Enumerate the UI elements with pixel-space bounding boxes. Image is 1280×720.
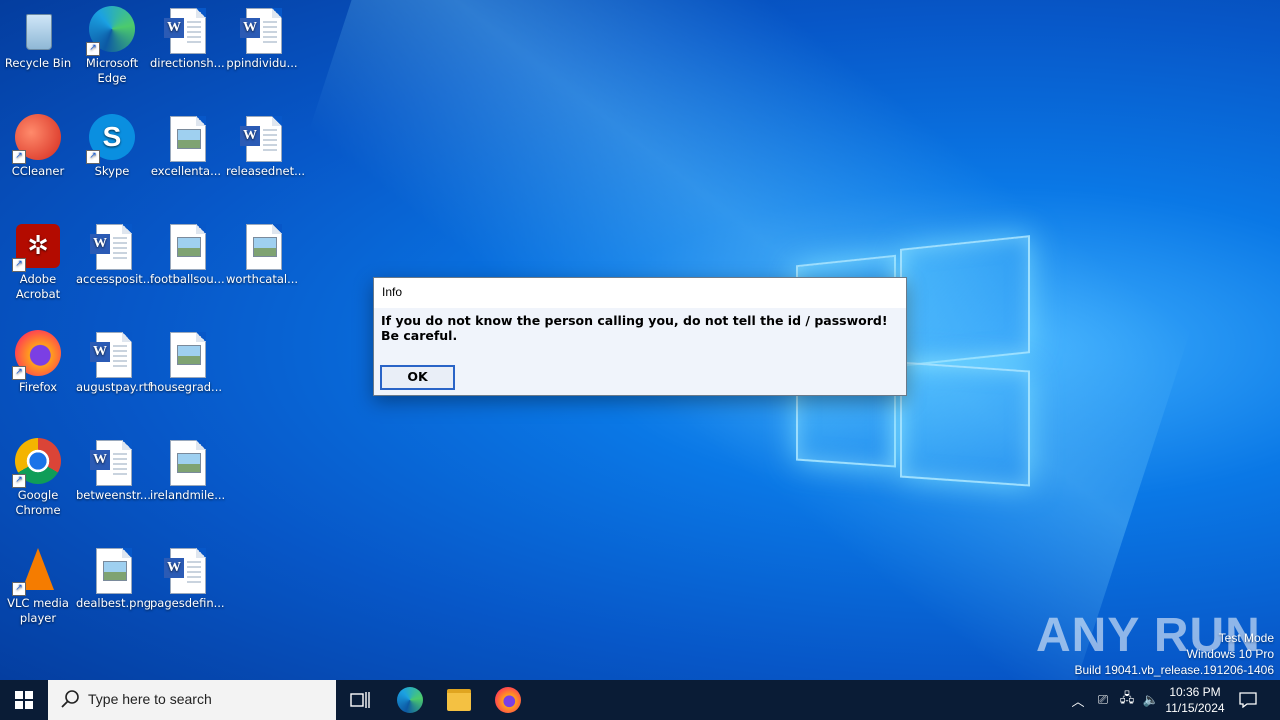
desktop-icon-vlc[interactable]: ↗ VLC media player <box>0 540 76 626</box>
chrome-icon: ↗ <box>12 438 62 488</box>
taskbar-search-box[interactable]: Type here to search <box>48 680 336 720</box>
firefox-icon: ↗ <box>12 330 62 380</box>
desktop-icon-directionsh[interactable]: W directionsh... <box>148 0 225 71</box>
dialog-body: If you do not know the person calling yo… <box>374 308 906 395</box>
desktop-icon-label: Microsoft Edge <box>85 56 139 85</box>
desktop-icon-google-chrome[interactable]: ↗ Google Chrome <box>0 432 76 518</box>
desktop-icon-dealbest[interactable]: dealbest.png <box>74 540 152 611</box>
desktop-icon-label: pagesdefin... <box>150 596 225 610</box>
word-document-icon: W <box>162 6 210 54</box>
network-button[interactable]: 🖧 <box>1116 680 1138 720</box>
task-view-button[interactable] <box>336 680 384 720</box>
vlc-icon: ↗ <box>12 546 62 596</box>
desktop-icon-label: CCleaner <box>11 164 65 178</box>
desktop-icon-label: accessposit... <box>76 272 154 286</box>
notification-icon <box>1239 692 1257 708</box>
search-placeholder: Type here to search <box>88 691 212 707</box>
desktop-icon-worthcatal[interactable]: worthcatal... <box>224 216 300 287</box>
taskbar-file-explorer-button[interactable] <box>435 680 483 720</box>
desktop-icon-accessposit[interactable]: W accessposit... <box>74 216 154 287</box>
desktop-icon-label: irelandmile... <box>150 488 226 502</box>
windows-start-icon <box>15 691 33 709</box>
notification-center-button[interactable] <box>1234 680 1262 720</box>
desktop-icon-betweenstr[interactable]: W betweenstr... <box>74 432 151 503</box>
clock-time: 10:36 PM <box>1169 685 1221 699</box>
desktop-icon-label: dealbest.png <box>76 596 152 610</box>
desktop-icon-adobe-acrobat[interactable]: ✲ ↗ Adobe Acrobat <box>0 216 76 302</box>
task-view-icon <box>350 692 370 708</box>
volume-button[interactable]: 🔈 <box>1140 680 1162 720</box>
desktop-icon-label: directionsh... <box>150 56 225 70</box>
firefox-icon <box>495 687 521 713</box>
build-line: Build 19041.vb_release.191206-1406 <box>1074 663 1275 677</box>
desktop-icon-label: excellenta... <box>150 164 222 178</box>
word-document-icon: W <box>238 114 286 162</box>
start-button[interactable] <box>0 680 48 720</box>
show-hidden-icons-button[interactable]: ︿ <box>1068 680 1088 720</box>
word-document-icon: W <box>162 546 210 594</box>
desktop-icon-label: Recycle Bin <box>4 56 72 70</box>
volume-icon: 🔈 <box>1142 692 1160 708</box>
edge-icon <box>397 687 423 713</box>
taskbar-edge-button[interactable] <box>386 680 434 720</box>
desktop-icon-releasednet[interactable]: W releasednet... <box>224 108 306 179</box>
adobe-acrobat-icon: ✲ ↗ <box>12 222 62 272</box>
search-icon <box>60 689 82 711</box>
desktop-icon-label: Adobe Acrobat <box>15 272 61 301</box>
image-file-icon <box>88 546 136 594</box>
chevron-up-icon: ︿ <box>1071 694 1085 710</box>
meet-now-icon: ⎚ <box>1097 692 1109 708</box>
word-document-icon: W <box>238 6 286 54</box>
desktop-icon-label: worthcatal... <box>226 272 299 286</box>
image-file-icon <box>162 438 210 486</box>
desktop-icon-augustpay[interactable]: W augustpay.rtf <box>74 324 152 395</box>
word-document-icon: W <box>88 438 136 486</box>
desktop-icon-excellenta[interactable]: excellenta... <box>148 108 224 179</box>
desktop-icon-label: Skype <box>94 164 130 178</box>
edge-icon: ↗ <box>86 6 136 56</box>
skype-icon: S ↗ <box>86 114 136 164</box>
desktop-icon-label: betweenstr... <box>76 488 151 502</box>
desktop-icon-skype[interactable]: S ↗ Skype <box>74 108 150 179</box>
ccleaner-icon: ↗ <box>12 114 62 164</box>
desktop-icon-label: ppindividu... <box>226 56 298 70</box>
test-mode-line: Test Mode <box>1218 631 1274 645</box>
meet-now-button[interactable]: ⎚ <box>1092 680 1114 720</box>
desktop-icon-ccleaner[interactable]: ↗ CCleaner <box>0 108 76 179</box>
file-explorer-icon <box>447 689 471 711</box>
desktop-icon-label: augustpay.rtf <box>76 380 152 394</box>
desktop-icon-label: footballsou... <box>150 272 225 286</box>
network-icon: 🖧 <box>1119 691 1135 706</box>
desktop-icon-irelandmile[interactable]: irelandmile... <box>148 432 226 503</box>
image-file-icon <box>162 222 210 270</box>
desktop-icon-firefox[interactable]: ↗ Firefox <box>0 324 76 395</box>
desktop-icon-label: releasednet... <box>226 164 306 178</box>
ok-button[interactable]: OK <box>380 365 455 390</box>
info-dialog: Info If you do not know the person calli… <box>373 277 907 396</box>
dialog-title: Info <box>382 285 403 299</box>
desktop-icon-microsoft-edge[interactable]: ↗ Microsoft Edge <box>74 0 150 86</box>
desktop-icon-label: Firefox <box>18 380 58 394</box>
desktop-icon-recycle-bin[interactable]: Recycle Bin <box>0 0 76 71</box>
desktop-icon-footballsou[interactable]: footballsou... <box>148 216 225 287</box>
desktop-icon-housegrad[interactable]: housegrad... <box>148 324 224 395</box>
desktop-icon-label: VLC media player <box>7 596 69 625</box>
image-file-icon <box>162 330 210 378</box>
desktop-icon-ppindividu[interactable]: W ppindividu... <box>224 0 300 71</box>
test-mode-watermark: Test Mode Windows 10 Pro Build 19041.vb_… <box>1075 630 1275 678</box>
desktop-icon-pagesdefin[interactable]: W pagesdefin... <box>148 540 225 611</box>
word-document-icon: W <box>88 330 136 378</box>
taskbar-clock[interactable]: 10:36 PM 11/15/2024 <box>1160 684 1230 716</box>
recycle-bin-icon <box>14 6 62 54</box>
image-file-icon <box>238 222 286 270</box>
image-file-icon <box>162 114 210 162</box>
taskbar: Type here to search ︿ ⎚ 🖧 🔈 10:36 PM 11/… <box>0 680 1280 720</box>
desktop-icon-label: Google Chrome <box>15 488 61 517</box>
taskbar-firefox-button[interactable] <box>484 680 532 720</box>
dialog-message: If you do not know the person calling yo… <box>381 313 888 343</box>
word-document-icon: W <box>88 222 136 270</box>
desktop-icon-label: housegrad... <box>150 380 223 394</box>
clock-date: 11/15/2024 <box>1165 701 1225 715</box>
edition-line: Windows 10 Pro <box>1186 647 1274 661</box>
